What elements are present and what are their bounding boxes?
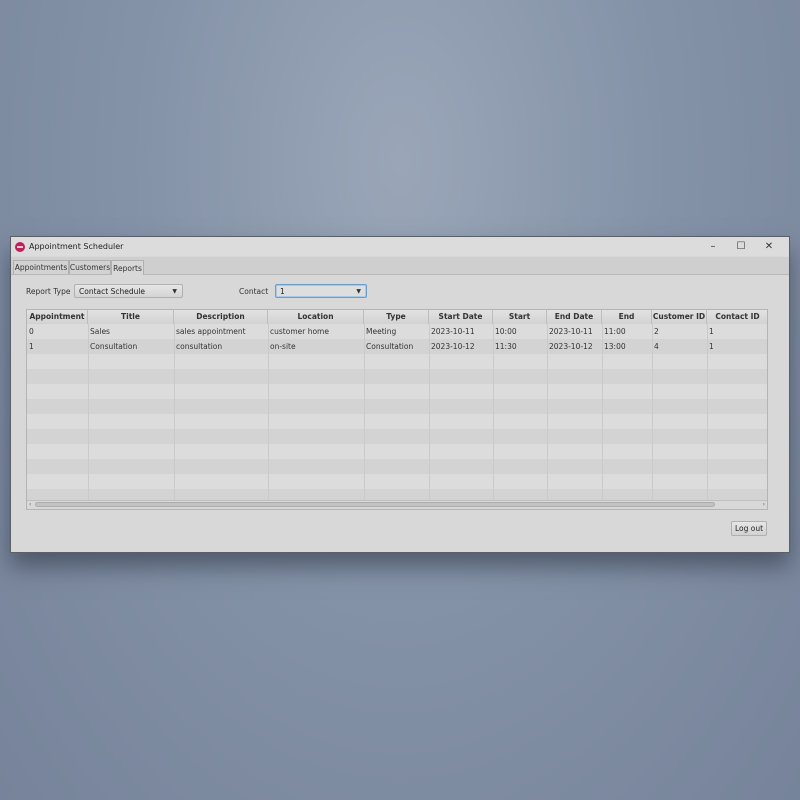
report-type-label: Report Type bbox=[26, 287, 71, 296]
table-row-empty bbox=[27, 399, 767, 414]
table-row-empty bbox=[27, 429, 767, 444]
cell-contact-id: 1 bbox=[709, 342, 714, 351]
cell-appointment-id: 0 bbox=[29, 327, 34, 336]
report-type-value: Contact Schedule bbox=[79, 286, 146, 296]
cell-customer-id: 4 bbox=[654, 342, 659, 351]
table-header: Appointment ID Title Description Locatio… bbox=[27, 310, 767, 335]
chevron-down-icon: ▼ bbox=[356, 288, 361, 295]
cell-title: Consultation bbox=[90, 342, 138, 351]
column-header-end-date[interactable]: End Date bbox=[547, 310, 602, 324]
column-header-customer-id[interactable]: Customer ID bbox=[652, 310, 707, 324]
table-row-empty bbox=[27, 414, 767, 429]
tab-bar: Appointments Customers Reports bbox=[11, 257, 789, 275]
window-title: Appointment Scheduler bbox=[29, 242, 124, 251]
column-divider bbox=[174, 324, 175, 502]
table-row-empty bbox=[27, 459, 767, 474]
scroll-left-icon[interactable]: ‹ bbox=[29, 501, 31, 509]
table-row-empty bbox=[27, 444, 767, 459]
report-type-select[interactable]: Contact Schedule ▼ bbox=[74, 284, 183, 298]
cell-end-date: 2023-10-12 bbox=[549, 342, 593, 351]
cell-location: on-site bbox=[270, 342, 296, 351]
table-row-empty bbox=[27, 384, 767, 399]
table-body: 0 Sales sales appointment customer home … bbox=[27, 324, 767, 504]
column-divider bbox=[268, 324, 269, 502]
table-row-empty bbox=[27, 354, 767, 369]
cell-type: Consultation bbox=[366, 342, 414, 351]
contact-select[interactable]: 1 ▼ bbox=[275, 284, 367, 298]
table-row-empty bbox=[27, 369, 767, 384]
column-header-type[interactable]: Type bbox=[364, 310, 429, 324]
window-controls: – ☐ ✕ bbox=[699, 237, 783, 256]
cell-description: consultation bbox=[176, 342, 223, 351]
column-header-end[interactable]: End bbox=[602, 310, 652, 324]
logout-button[interactable]: Log out bbox=[731, 521, 767, 536]
minimize-icon[interactable]: – bbox=[699, 237, 727, 256]
cell-end-date: 2023-10-11 bbox=[549, 327, 593, 336]
column-divider bbox=[429, 324, 430, 502]
cell-title: Sales bbox=[90, 327, 110, 336]
title-bar[interactable]: Appointment Scheduler – ☐ ✕ bbox=[11, 237, 789, 256]
cell-start: 11:30 bbox=[495, 342, 517, 351]
cell-start: 10:00 bbox=[495, 327, 517, 336]
column-header-start[interactable]: Start bbox=[493, 310, 547, 324]
scrollbar-thumb[interactable] bbox=[35, 502, 715, 507]
cell-type: Meeting bbox=[366, 327, 397, 336]
column-divider bbox=[88, 324, 89, 502]
cell-contact-id: 1 bbox=[709, 327, 714, 336]
column-header-location[interactable]: Location bbox=[268, 310, 364, 324]
column-divider bbox=[493, 324, 494, 502]
cell-start-date: 2023-10-11 bbox=[431, 327, 475, 336]
close-icon[interactable]: ✕ bbox=[755, 237, 783, 256]
contact-value: 1 bbox=[280, 286, 285, 296]
tab-appointments[interactable]: Appointments bbox=[13, 260, 69, 274]
cell-description: sales appointment bbox=[176, 327, 246, 336]
cell-location: customer home bbox=[270, 327, 329, 336]
column-divider bbox=[602, 324, 603, 502]
chevron-down-icon: ▼ bbox=[172, 288, 177, 295]
contact-label: Contact bbox=[239, 287, 269, 296]
app-window: Appointment Scheduler – ☐ ✕ Appointments… bbox=[10, 236, 790, 553]
cell-end: 13:00 bbox=[604, 342, 626, 351]
cell-end: 11:00 bbox=[604, 327, 626, 336]
cell-start-date: 2023-10-12 bbox=[431, 342, 475, 351]
column-header-title[interactable]: Title bbox=[88, 310, 174, 324]
column-header-description[interactable]: Description bbox=[174, 310, 268, 324]
column-divider bbox=[652, 324, 653, 502]
scroll-right-icon[interactable]: › bbox=[763, 501, 765, 509]
column-divider bbox=[707, 324, 708, 502]
cell-appointment-id: 1 bbox=[29, 342, 34, 351]
horizontal-scrollbar[interactable]: ‹ › bbox=[27, 500, 767, 509]
app-icon bbox=[15, 241, 25, 252]
column-header-appointment-id[interactable]: Appointment ID bbox=[27, 310, 88, 335]
column-header-contact-id[interactable]: Contact ID bbox=[707, 310, 767, 324]
report-table[interactable]: Appointment ID Title Description Locatio… bbox=[26, 309, 768, 510]
column-divider bbox=[547, 324, 548, 502]
column-divider bbox=[364, 324, 365, 502]
column-header-start-date[interactable]: Start Date bbox=[429, 310, 493, 324]
tab-reports[interactable]: Reports bbox=[111, 260, 144, 275]
tab-customers[interactable]: Customers bbox=[69, 260, 111, 274]
maximize-icon[interactable]: ☐ bbox=[727, 237, 755, 256]
table-row-empty bbox=[27, 474, 767, 489]
cell-customer-id: 2 bbox=[654, 327, 659, 336]
